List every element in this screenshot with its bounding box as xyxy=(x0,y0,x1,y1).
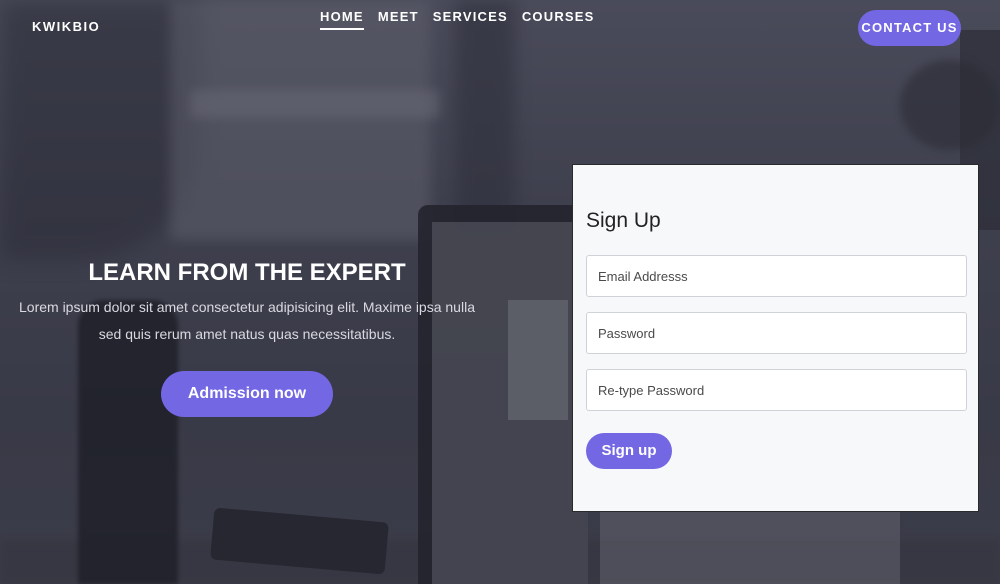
hero-title: LEARN FROM THE EXPERT xyxy=(88,259,406,286)
nav-meet-link[interactable]: MEET xyxy=(378,9,419,30)
bg-shelf-shape xyxy=(190,90,440,118)
signup-title: Sign Up xyxy=(586,209,661,232)
bg-window-shape xyxy=(170,0,430,240)
signup-submit-button[interactable]: Sign up xyxy=(586,433,672,469)
retype-password-field[interactable] xyxy=(586,369,967,411)
nav-services-link[interactable]: SERVICES xyxy=(433,9,508,30)
bg-door-shape xyxy=(455,0,515,230)
bg-papers-shape xyxy=(600,500,900,584)
bg-plant-shape xyxy=(900,60,1000,150)
nav-home-link[interactable]: HOME xyxy=(320,9,364,30)
email-field[interactable] xyxy=(586,255,967,297)
main-nav: HOME MEET SERVICES COURSES xyxy=(320,9,595,30)
admission-now-button[interactable]: Admission now xyxy=(161,371,333,417)
password-field[interactable] xyxy=(586,312,967,354)
bg-screen-detail-shape xyxy=(508,300,568,420)
brand-logo[interactable]: KWIKBIO xyxy=(32,19,100,34)
nav-courses-link[interactable]: COURSES xyxy=(522,9,595,30)
hero-description: Lorem ipsum dolor sit amet consectetur a… xyxy=(19,299,475,342)
contact-us-button[interactable]: CONTACT US xyxy=(858,10,961,46)
signup-form: Sign Up Sign up xyxy=(572,164,979,512)
